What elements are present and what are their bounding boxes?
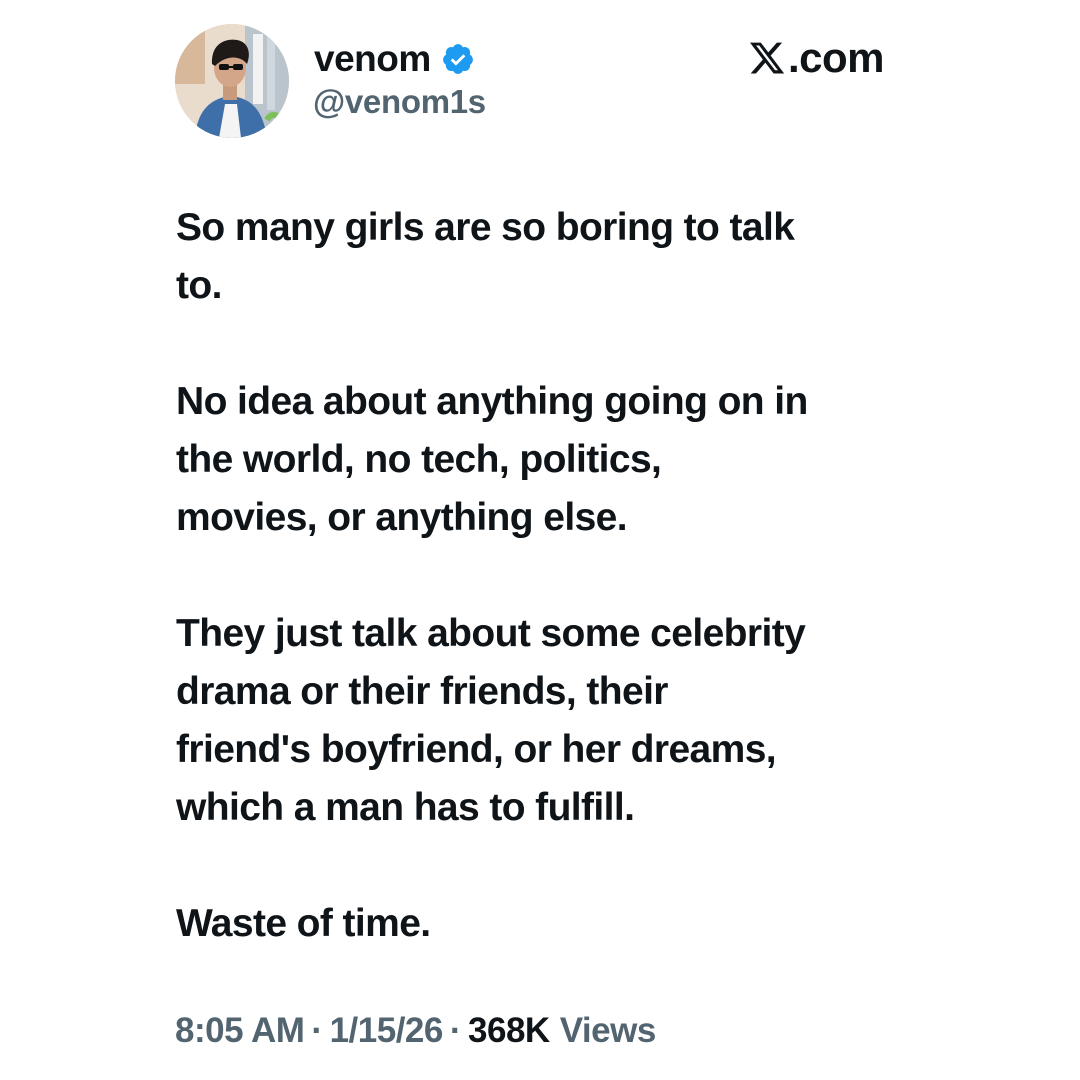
- views-count[interactable]: 368K: [468, 1011, 550, 1051]
- verified-badge-icon: [441, 42, 475, 76]
- tweet-paragraph: Waste of time.: [176, 902, 431, 945]
- meta-separator: ·: [449, 1011, 462, 1050]
- avatar[interactable]: [175, 24, 289, 138]
- tweet-meta: 8:05 AM · 1/15/26 · 368K Views: [175, 1011, 656, 1051]
- tweet-text: So many girls are so boring to talk to. …: [176, 199, 936, 1011]
- tweet-paragraph: They just talk about some celebrity dram…: [176, 612, 806, 829]
- meta-separator: ·: [311, 1011, 323, 1050]
- tweet-paragraph: No idea about anything going on in the w…: [176, 380, 808, 539]
- tweet-time[interactable]: 8:05 AM: [175, 1011, 305, 1051]
- brand-link[interactable]: .com: [748, 34, 885, 82]
- author-handle[interactable]: @venom1s: [313, 83, 486, 121]
- display-name[interactable]: venom: [314, 38, 431, 80]
- tweet-paragraph: So many girls are so boring to talk to.: [176, 206, 795, 307]
- avatar-photo: [175, 24, 289, 138]
- tweet-date[interactable]: 1/15/26: [330, 1011, 444, 1051]
- x-logo-icon: [748, 39, 786, 77]
- author-name-row[interactable]: venom: [314, 36, 475, 82]
- views-label: Views: [559, 1011, 657, 1050]
- brand-domain: .com: [788, 34, 885, 81]
